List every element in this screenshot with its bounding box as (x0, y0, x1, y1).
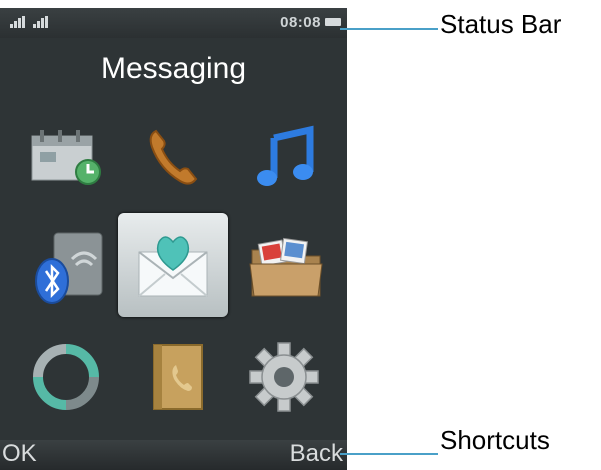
status-bar-callout-line (340, 28, 438, 30)
contacts-book-icon (153, 344, 203, 410)
menu-item-call-log[interactable] (116, 103, 232, 211)
sync-icon (33, 344, 99, 410)
phone-call-icon (149, 129, 198, 185)
menu-item-music[interactable] (228, 103, 344, 211)
menu-item-settings[interactable] (226, 323, 342, 431)
softkey-back[interactable]: Back (290, 440, 343, 468)
menu-item-sync[interactable] (8, 323, 124, 431)
music-note-icon (257, 125, 314, 186)
screen-title: Messaging (100, 52, 247, 85)
softkey-bar: OK Back (0, 440, 347, 470)
menu-item-media-album[interactable] (228, 213, 344, 321)
calendar-icon (31, 130, 101, 185)
status-time: 08:08 (280, 14, 321, 31)
menu-item-connectivity[interactable] (14, 213, 130, 321)
bluetooth-icon (35, 232, 103, 304)
signal-strength-icon (10, 16, 48, 28)
message-envelope-icon (138, 236, 208, 297)
shortcuts-callout: Shortcuts (440, 425, 550, 455)
shortcuts-callout-line (340, 453, 438, 455)
main-menu-grid (0, 103, 347, 423)
menu-item-messaging[interactable] (115, 211, 231, 319)
menu-item-contacts[interactable] (118, 323, 234, 431)
status-bar: 08:08 (0, 8, 347, 38)
status-bar-callout: Status Bar (440, 9, 562, 39)
photo-folder-icon (249, 237, 323, 297)
battery-icon (325, 18, 341, 26)
settings-gear-icon (249, 342, 319, 412)
selected-tile (118, 213, 228, 317)
softkey-ok[interactable]: OK (2, 440, 37, 468)
phone-screen: 08:08 Messaging OK Back (0, 8, 347, 470)
menu-item-calendar[interactable] (8, 103, 124, 211)
